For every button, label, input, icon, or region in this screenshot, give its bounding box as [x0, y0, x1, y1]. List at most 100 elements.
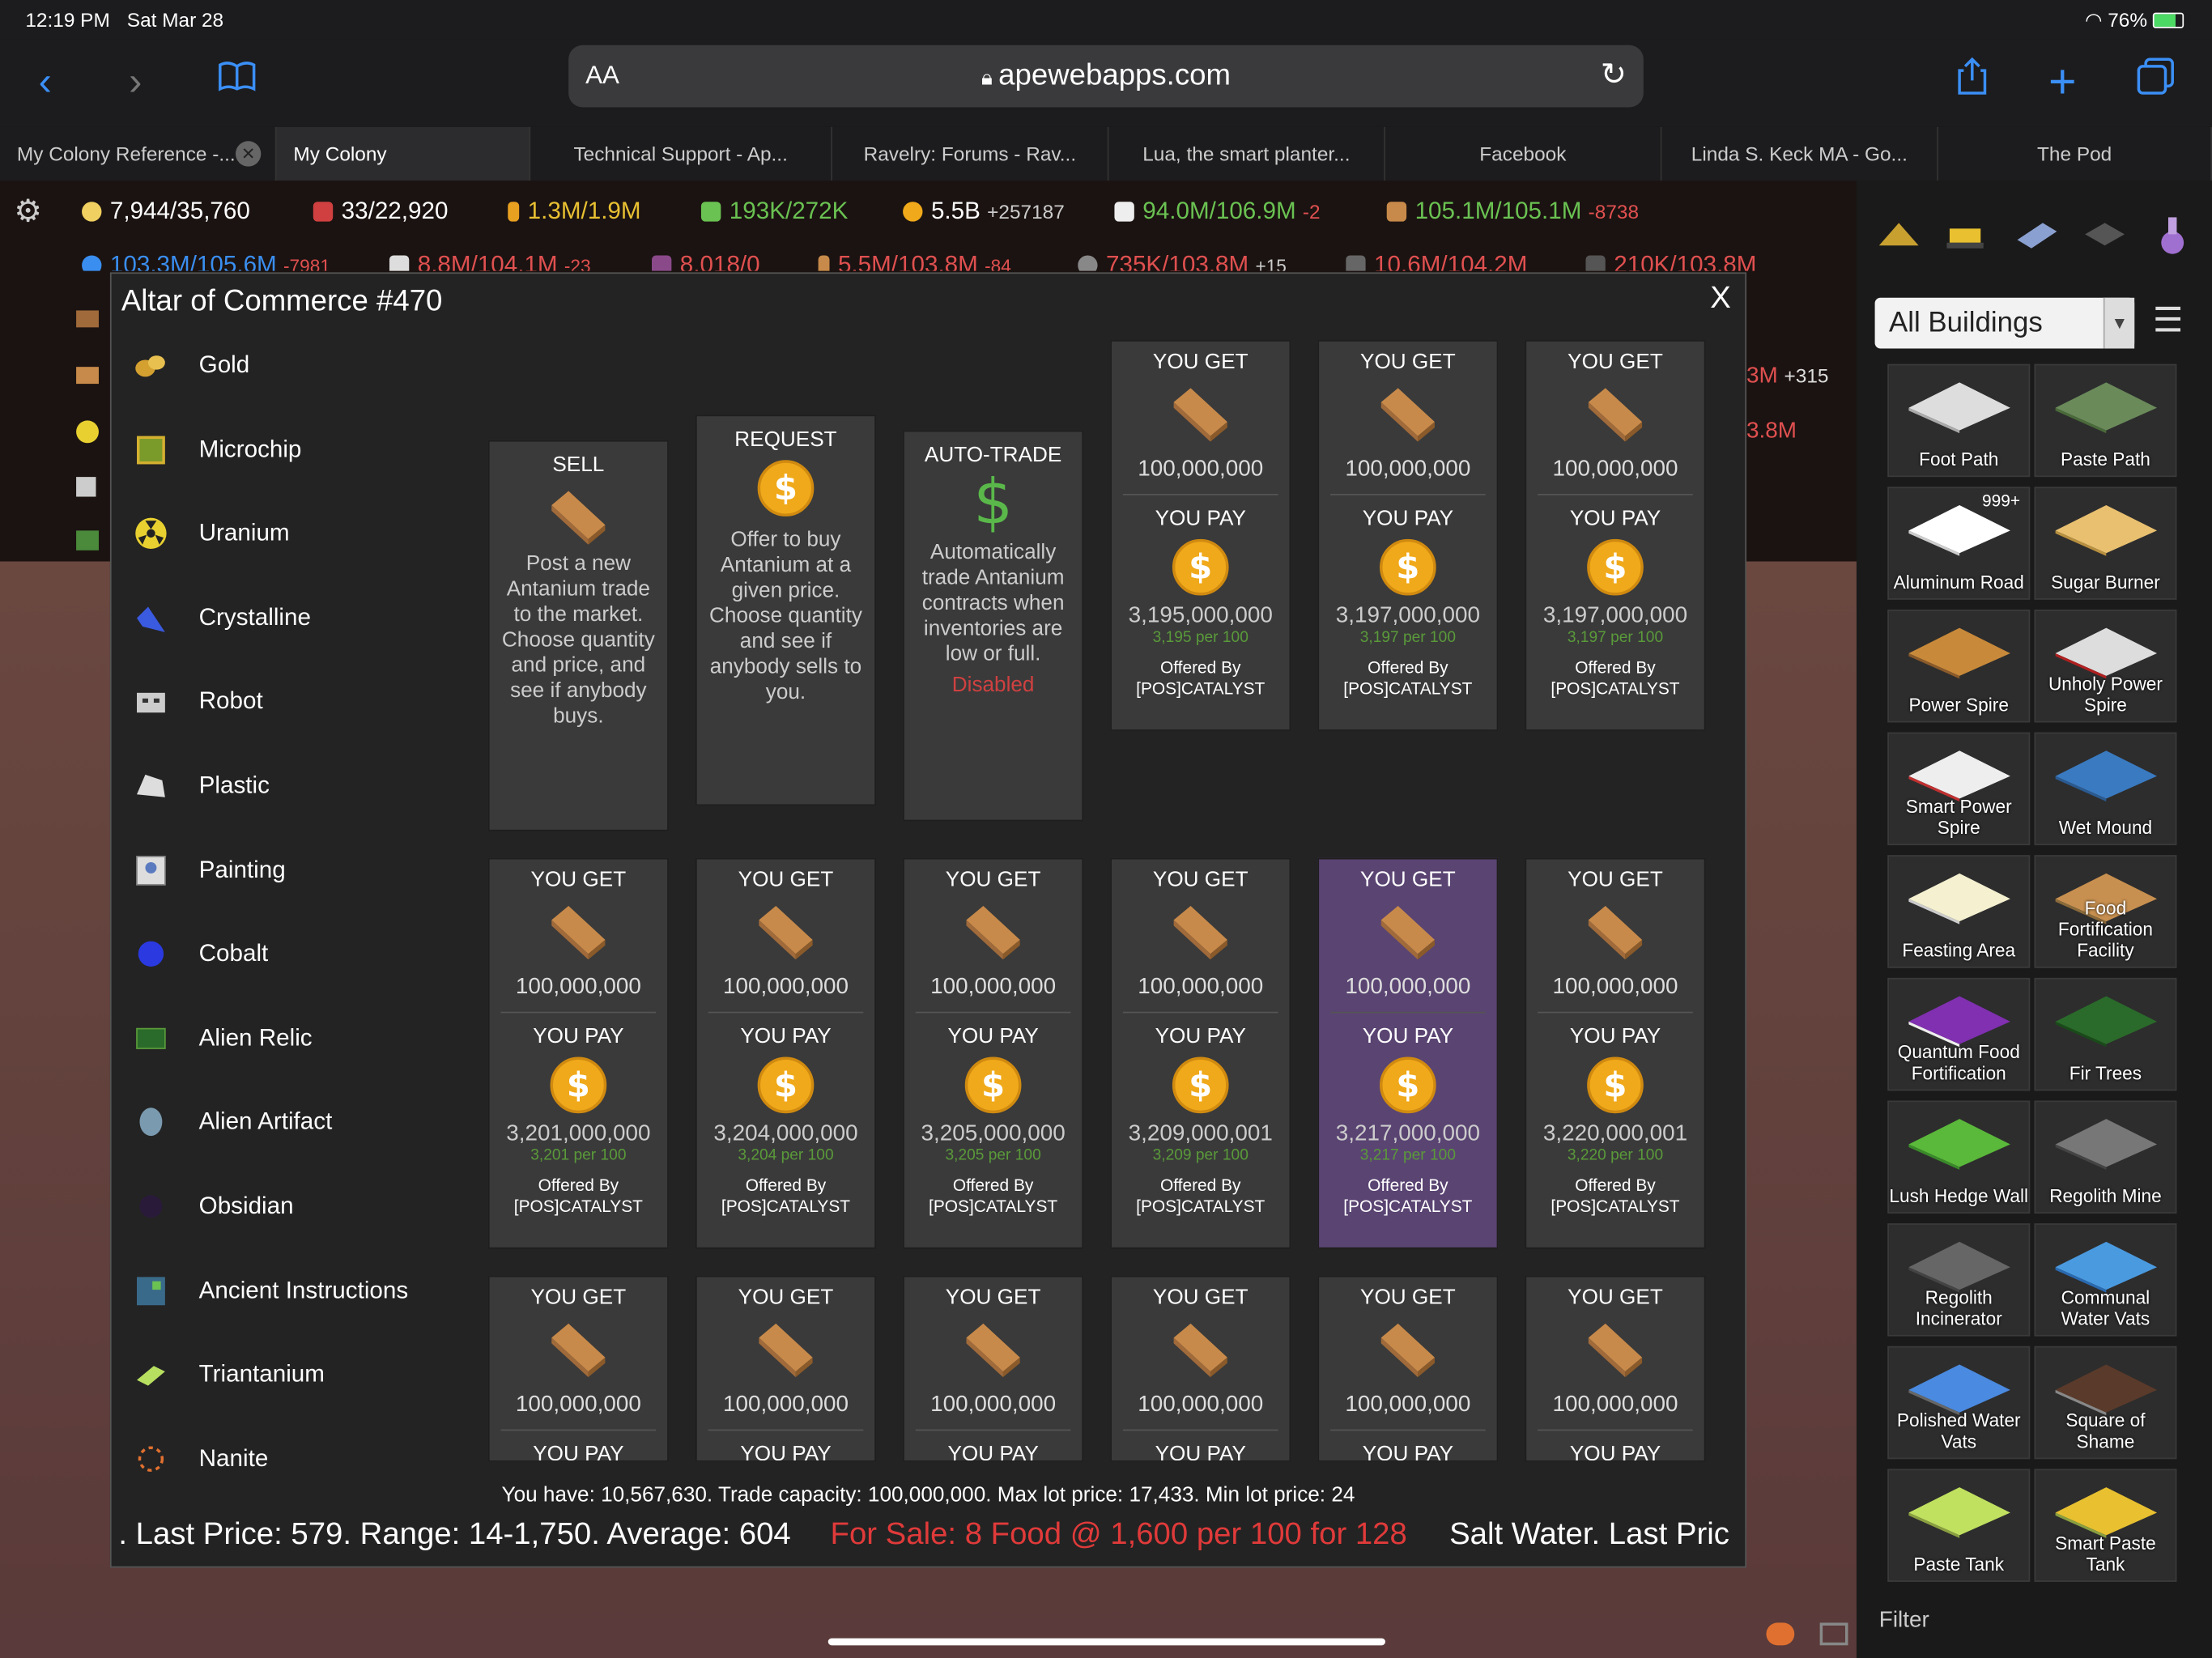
building-item[interactable]: Paste Tank — [1887, 1469, 2031, 1582]
category-ancient-instructions[interactable]: Ancient Instructions — [133, 1270, 408, 1312]
auto-trade-card[interactable]: AUTO-TRADE $ Automatically trade Antaniu… — [903, 430, 1084, 822]
offer-card[interactable]: YOU GET 100,000,000 YOU PAY $3,197,000,000 3… — [1525, 340, 1706, 731]
category-crystalline[interactable]: Crystalline — [133, 597, 311, 639]
tab-linda-keck[interactable]: Linda S. Keck MA - Go... — [1661, 126, 1938, 181]
you-get-label: YOU GET — [945, 867, 1041, 892]
building-item[interactable]: Fir Trees — [2034, 977, 2177, 1091]
category-painting[interactable]: Painting — [133, 849, 286, 891]
offer-card[interactable]: YOU GET 100,000,000 YOU PAY $3,195,000,000 3… — [1110, 340, 1291, 731]
building-item[interactable]: Regolith Mine — [2034, 1100, 2177, 1214]
category-cobalt[interactable]: Cobalt — [133, 933, 268, 975]
road-icon[interactable] — [2014, 215, 2060, 254]
bulldozer-icon[interactable] — [1944, 215, 1989, 254]
sell-card[interactable]: SELL Post a new Antanium trade to the ma… — [487, 440, 669, 831]
alien-artifact-icon — [133, 1103, 169, 1140]
building-item[interactable]: Regolith Incinerator — [1887, 1223, 2031, 1337]
lightbulb-icon — [82, 202, 102, 222]
url-text: apewebapps.com — [998, 59, 1231, 92]
category-alien-artifact[interactable]: Alien Artifact — [133, 1101, 332, 1143]
close-button[interactable]: X — [1710, 279, 1731, 316]
terrain-icon[interactable] — [2082, 215, 2128, 254]
offer-card[interactable]: YOU GET 100,000,000 YOU PAY $3,217,000,000 3… — [1317, 857, 1499, 1249]
building-item[interactable]: Sugar Burner — [2034, 487, 2177, 600]
chat-icon[interactable] — [1766, 1622, 1795, 1646]
offer-card[interactable]: YOU GET 100,000,000 YOU PAY $3,220,000,001 3… — [1525, 857, 1706, 1249]
tab-my-colony[interactable]: My Colony — [276, 126, 531, 181]
category-nanite[interactable]: Nanite — [133, 1438, 268, 1480]
offer-card[interactable]: YOU GET 100,000,000 YOU PAY — [1110, 1275, 1291, 1462]
building-name: Paste Path — [2061, 449, 2150, 470]
offered-by: Offered By [POS]CATALYST — [1551, 1175, 1680, 1217]
price-per-100: 3,209 per 100 — [1152, 1147, 1249, 1164]
tab-lua[interactable]: Lua, the smart planter... — [1108, 126, 1385, 181]
tab-colony-reference[interactable]: My Colony Reference -... ✕ — [0, 126, 277, 181]
building-item[interactable]: Smart Power Spire — [1887, 732, 2031, 846]
building-item[interactable]: Paste Path — [2034, 363, 2177, 478]
address-bar[interactable]: AA 🔒︎ apewebapps.com ↻ — [568, 45, 1644, 108]
building-item[interactable]: Unholy Power Spire — [2034, 609, 2177, 723]
building-item[interactable]: Polished Water Vats — [1887, 1346, 2031, 1460]
building-item[interactable]: Power Spire — [1887, 609, 2031, 723]
pay-amount: 3,220,000,001 — [1542, 1121, 1688, 1146]
building-item[interactable]: Foot Path — [1887, 363, 2031, 478]
building-icon — [1908, 1487, 2010, 1538]
side-icon-5[interactable] — [76, 530, 99, 551]
build-category-icons — [1857, 206, 2212, 262]
reload-icon[interactable]: ↻ — [1601, 57, 1627, 93]
tab-facebook[interactable]: Facebook — [1385, 126, 1662, 181]
category-microchip[interactable]: Microchip — [133, 429, 301, 471]
side-icon-1[interactable] — [76, 310, 99, 328]
building-item[interactable]: Food Fortification Facility — [2034, 855, 2177, 968]
building-item[interactable]: Lush Hedge Wall — [1887, 1100, 2031, 1214]
tab-ravelry[interactable]: Ravelry: Forums - Rav... — [832, 126, 1109, 181]
tabs-overview-icon[interactable] — [2130, 57, 2181, 108]
you-pay-label: YOU PAY — [533, 1024, 624, 1049]
radiation-icon[interactable] — [76, 420, 99, 444]
building-item[interactable]: Smart Paste Tank — [2034, 1469, 2177, 1582]
triantanium-icon — [133, 1356, 169, 1392]
category-obsidian[interactable]: Obsidian — [133, 1185, 294, 1227]
share-icon[interactable] — [1946, 57, 1997, 108]
category-uranium[interactable]: Uranium — [133, 512, 290, 555]
building-item[interactable]: Wet Mound — [2034, 732, 2177, 846]
category-alien-relic[interactable]: Alien Relic — [133, 1018, 313, 1060]
offer-card[interactable]: YOU GET 100,000,000 YOU PAY $3,201,000,000 3… — [487, 857, 669, 1249]
new-tab-icon[interactable]: + — [2037, 57, 2088, 108]
side-icon-2[interactable] — [76, 367, 99, 385]
building-item[interactable]: Quantum Food Fortification — [1887, 977, 2031, 1091]
tab-the-pod[interactable]: The Pod — [1938, 126, 2212, 181]
building-item[interactable]: Square of Shame — [2034, 1346, 2177, 1460]
offer-card[interactable]: YOU GET 100,000,000 YOU PAY — [903, 1275, 1084, 1462]
offer-card[interactable]: YOU GET 100,000,000 YOU PAY $3,197,000,000 3… — [1317, 340, 1499, 731]
settings-gear-icon[interactable]: ⚙ — [14, 193, 41, 230]
offered-by: Offered By [POS]CATALYST — [513, 1175, 643, 1217]
close-tab-icon[interactable]: ✕ — [235, 141, 262, 167]
bookmarks-icon[interactable] — [211, 57, 262, 108]
back-icon[interactable]: ‹ — [19, 57, 70, 108]
building-filter-dropdown[interactable]: All Buildings ▼ — [1874, 297, 2135, 349]
offer-card[interactable]: YOU GET 100,000,000 YOU PAY $3,205,000,000 3… — [903, 857, 1084, 1249]
category-robot[interactable]: Robot — [133, 680, 263, 722]
offer-card[interactable]: YOU GET 100,000,000 YOU PAY — [487, 1275, 669, 1462]
building-item[interactable]: Feasting Area — [1887, 855, 2031, 968]
category-triantanium[interactable]: Triantanium — [133, 1354, 325, 1396]
potion-icon[interactable] — [2155, 211, 2189, 257]
offer-card[interactable]: YOU GET 100,000,000 YOU PAY — [1525, 1275, 1706, 1462]
building-item[interactable]: 999+ Aluminum Road — [1887, 487, 2031, 600]
offer-card[interactable]: YOU GET 100,000,000 YOU PAY $3,204,000,000 3… — [695, 857, 876, 1249]
building-category-icon[interactable] — [1876, 215, 1921, 254]
request-card[interactable]: REQUEST $ Offer to buy Antanium at a giv… — [695, 414, 876, 806]
side-icon-4[interactable] — [76, 477, 96, 497]
cast-icon[interactable] — [1819, 1622, 1848, 1646]
offer-card[interactable]: YOU GET 100,000,000 YOU PAY $3,209,000,001 3… — [1110, 857, 1291, 1249]
tab-technical-support[interactable]: Technical Support - Ap... — [530, 126, 832, 181]
list-view-icon[interactable]: ☰ — [2153, 300, 2183, 342]
filter-input[interactable]: Filter — [1879, 1609, 1929, 1634]
building-item[interactable]: Communal Water Vats — [2034, 1223, 2177, 1337]
offer-card[interactable]: YOU GET 100,000,000 YOU PAY — [1317, 1275, 1499, 1462]
offer-card[interactable]: YOU GET 100,000,000 YOU PAY — [695, 1275, 876, 1462]
category-plastic[interactable]: Plastic — [133, 765, 270, 807]
forward-icon[interactable]: › — [110, 57, 161, 108]
category-gold[interactable]: Gold — [133, 344, 249, 386]
antanium-bar-icon — [759, 905, 813, 960]
